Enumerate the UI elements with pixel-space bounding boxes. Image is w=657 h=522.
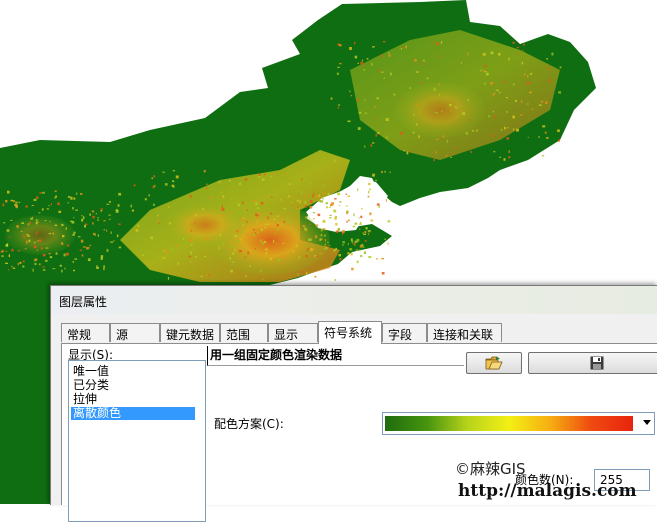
tab-display[interactable]: 显示	[268, 323, 318, 342]
tab-extent[interactable]: 范围	[220, 323, 268, 342]
chevron-down-icon	[643, 420, 651, 425]
list-item-classified[interactable]: 已分类	[71, 379, 109, 392]
list-item-discrete-color[interactable]: 离散颜色	[71, 407, 195, 420]
heat-hotspot-4	[5, 215, 75, 255]
color-scheme-dropdown[interactable]	[382, 412, 655, 435]
tab-joins-relates[interactable]: 连接和关联	[427, 323, 502, 342]
renderer-list[interactable]: 唯一值 已分类 拉伸 离散颜色	[68, 360, 206, 522]
watermark-url: http://malagis.com	[458, 481, 637, 501]
dialog-title: 图层属性	[59, 295, 108, 309]
watermark-brand: ©麻辣GIS	[455, 460, 526, 478]
color-scheme-label: 配色方案(C):	[214, 417, 284, 431]
save-button[interactable]	[528, 352, 657, 374]
open-folder-icon	[485, 356, 503, 370]
save-disk-icon	[590, 356, 603, 370]
list-item-stretched[interactable]: 拉伸	[71, 393, 97, 406]
layer-properties-dialog: 图层属性 常规 源 键元数据 范围 显示 符号系统 字段 连接和关联 显示(S)…	[50, 285, 657, 522]
tab-fields[interactable]: 字段	[382, 323, 427, 342]
list-item-unique-values[interactable]: 唯一值	[71, 365, 109, 378]
tab-general[interactable]: 常规	[61, 323, 110, 342]
tab-key-metadata[interactable]: 键元数据	[160, 323, 220, 342]
heat-hotspot-3	[395, 82, 485, 138]
color-ramp-swatch	[385, 416, 633, 431]
dialog-titlebar[interactable]: 图层属性	[51, 286, 657, 314]
open-button[interactable]	[466, 352, 522, 374]
renderer-description: 用一组固定颜色渲染数据	[210, 348, 343, 362]
heat-hotspot-2	[165, 203, 245, 247]
tab-symbology[interactable]: 符号系统	[318, 321, 382, 344]
tab-source[interactable]: 源	[110, 323, 160, 342]
